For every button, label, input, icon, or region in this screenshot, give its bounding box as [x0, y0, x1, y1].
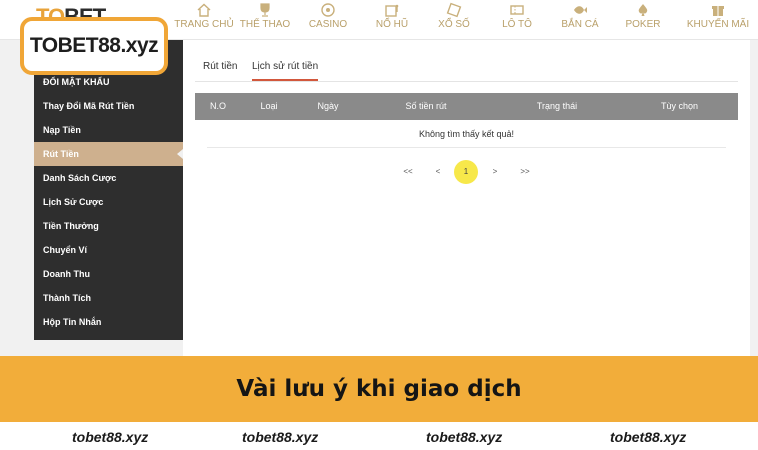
sidebar-item-achievements[interactable]: Thành Tích: [34, 286, 183, 310]
tab-bar: Rút tiền Lịch sử rút tiền: [195, 54, 738, 82]
sidebar-item-revenue[interactable]: Doanh Thu: [34, 262, 183, 286]
current-page-button[interactable]: 1: [454, 160, 478, 184]
nav-label: LÔ TÔ: [502, 19, 532, 30]
withdraw-history-panel: Rút tiền Lịch sử rút tiền N.O Loại Ngày …: [183, 40, 750, 356]
footer-domain: tobet88.xyz: [426, 429, 503, 445]
nav-item-lottery[interactable]: XỔ SỐ: [420, 2, 488, 38]
column-header-type: Loại: [260, 101, 278, 111]
sidebar-item-bet-list[interactable]: Danh Sách Cược: [34, 166, 183, 190]
sidebar-item-change-withdraw-code[interactable]: Thay Đổi Mã Rút Tiền: [34, 94, 183, 118]
column-header-options: Tùy chọn: [660, 101, 699, 111]
gift-icon: [712, 6, 724, 16]
sidebar-item-label: Danh Sách Cược: [43, 173, 117, 183]
ticket-icon: [510, 5, 524, 15]
sidebar-item-inbox[interactable]: Hộp Tin Nhắn: [34, 310, 183, 334]
site-logo[interactable]: TOBET88.xyz: [20, 17, 168, 75]
sidebar-item-bet-history[interactable]: Lịch Sử Cược: [34, 190, 183, 214]
nav-label: THỂ THAO: [239, 19, 291, 30]
column-header-no: N.O: [209, 101, 226, 111]
caption-title: Vài lưu ý khi giao dịch: [236, 376, 522, 402]
account-sidebar: ĐỔI MẬT KHẨU Thay Đổi Mã Rút Tiền Nạp Ti…: [34, 40, 183, 340]
last-page-button[interactable]: >>: [513, 160, 537, 184]
footer-domain: tobet88.xyz: [242, 429, 319, 445]
casino-icon: [321, 3, 335, 17]
spade-icon: [638, 4, 648, 16]
lottery-icon: [446, 2, 462, 18]
sidebar-item-label: ĐỔI MẬT KHẨU: [43, 77, 110, 87]
nav-label: NỔ HŨ: [375, 19, 409, 30]
nav-label: CASINO: [308, 19, 348, 30]
home-icon: [197, 3, 211, 17]
screenshot: TOBET TRANG CHỦ THỂ THAO CASINO: [0, 0, 758, 450]
footer-watermarks: tobet88.xyz tobet88.xyz tobet88.xyz tobe…: [0, 422, 758, 450]
sidebar-item-label: Thay Đổi Mã Rút Tiền: [43, 101, 135, 111]
sidebar-item-label: Thành Tích: [43, 293, 91, 303]
nav-item-lotto[interactable]: LÔ TÔ: [483, 2, 551, 38]
nav-item-home[interactable]: TRANG CHỦ: [170, 2, 238, 38]
sidebar-item-label: Nạp Tiền: [43, 125, 81, 135]
sidebar-item-label: Hộp Tin Nhắn: [43, 317, 102, 327]
logo-text: TOBET88.xyz: [29, 34, 159, 57]
sidebar-item-label: Tiền Thưởng: [43, 221, 99, 231]
sidebar-item-label: Rút Tiền: [43, 149, 79, 159]
sidebar-item-label: Doanh Thu: [43, 269, 90, 279]
empty-result-message: Không tìm thấy kết quả!: [207, 120, 726, 148]
nav-label: BẮN CÁ: [561, 19, 599, 30]
pagination: << < 1 > >>: [396, 160, 536, 184]
sidebar-item-deposit[interactable]: Nạp Tiền: [34, 118, 183, 142]
tab-withdraw-history[interactable]: Lịch sử rút tiền: [252, 61, 319, 81]
prev-page-button[interactable]: <: [426, 160, 450, 184]
tab-withdraw[interactable]: Rút tiền: [203, 61, 237, 79]
column-header-status: Trạng thái: [536, 101, 578, 111]
sidebar-item-label: Chuyển Ví: [43, 245, 88, 255]
sidebar-item-label: Lịch Sử Cược: [43, 197, 104, 207]
nav-label: POKER: [625, 19, 661, 30]
first-page-button[interactable]: <<: [396, 160, 420, 184]
slot-icon: [385, 4, 399, 17]
nav-label: TRANG CHỦ: [174, 19, 234, 30]
column-header-date: Ngày: [317, 101, 339, 111]
next-page-button[interactable]: >: [483, 160, 507, 184]
sidebar-item-withdraw[interactable]: Rút Tiền: [34, 142, 183, 166]
footer-domain: tobet88.xyz: [72, 429, 149, 445]
nav-item-fishing[interactable]: BẮN CÁ: [546, 2, 614, 38]
nav-label: XỔ SỐ: [438, 19, 470, 30]
nav-item-poker[interactable]: POKER: [609, 2, 677, 38]
table-header: N.O Loại Ngày Số tiền rút Trạng thái Tùy…: [195, 93, 738, 120]
nav-item-slots[interactable]: NỔ HŨ: [358, 2, 426, 38]
nav-label: KHUYẾN MÃI: [686, 19, 750, 30]
nav-item-promotions[interactable]: KHUYẾN MÃI: [684, 2, 752, 38]
nav-item-casino[interactable]: CASINO: [294, 2, 362, 38]
column-header-amount: Số tiền rút: [405, 101, 447, 111]
trophy-icon: [260, 3, 270, 17]
footer-domain: tobet88.xyz: [610, 429, 687, 445]
caption-band: Vài lưu ý khi giao dịch: [0, 356, 758, 422]
sidebar-item-transfer-wallet[interactable]: Chuyển Ví: [34, 238, 183, 262]
nav-item-sports[interactable]: THỂ THAO: [231, 2, 299, 38]
fish-icon: [574, 6, 587, 14]
sidebar-item-bonus[interactable]: Tiền Thưởng: [34, 214, 183, 238]
